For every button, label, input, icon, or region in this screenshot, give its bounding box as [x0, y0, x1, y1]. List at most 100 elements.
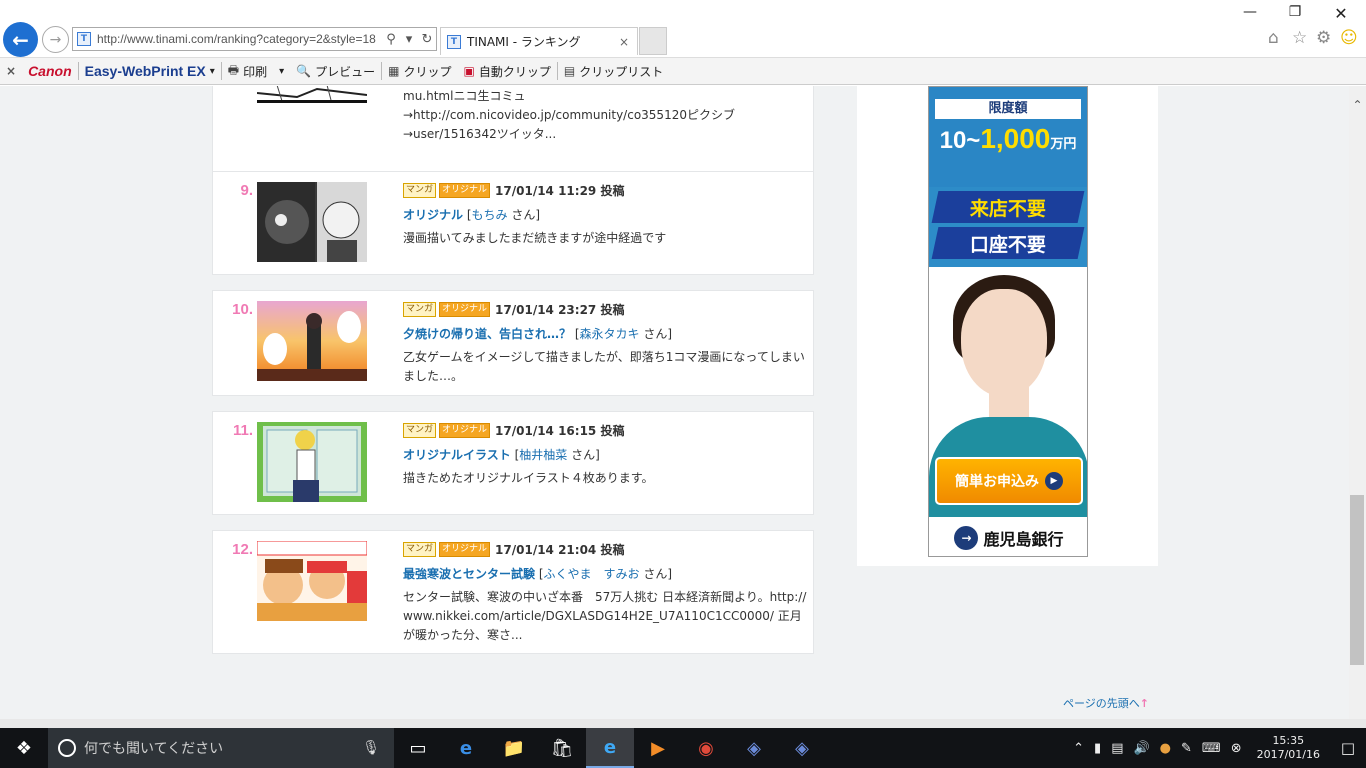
thumbnail-image[interactable] [257, 541, 367, 621]
thumbnail-image[interactable] [257, 422, 367, 502]
media-player-icon[interactable]: ▶ [634, 728, 682, 768]
toolbar-close-button[interactable]: × [0, 58, 22, 84]
ad-amount-prefix: 10~ [939, 127, 981, 154]
bank-logo-icon: → [954, 525, 979, 550]
url-text[interactable]: http://www.tinami.com/ranking?category=2… [97, 32, 382, 46]
category-badge: マンガ [403, 302, 437, 317]
ranking-card: 10. マンガ オリジナル 17/01/14 23:27 投稿 夕焼けの帰り道、… [212, 290, 814, 396]
app-icon-2[interactable]: ◈ [778, 728, 826, 768]
work-title-link[interactable]: 最強寒波とセンター試験 [403, 567, 535, 581]
chrome-icon[interactable]: ◉ [682, 728, 730, 768]
scrollbar-thumb[interactable] [1350, 495, 1364, 665]
title-line: オリジナルイラスト [柚井柚菜 さん] [403, 446, 600, 463]
work-description: 漫画描いてみましたまだ続きますが途中経過です [403, 231, 667, 245]
volume-icon[interactable]: 🔊 [1128, 741, 1154, 756]
chevron-down-icon[interactable]: ▾ [279, 66, 284, 77]
title-line: 夕焼けの帰り道、告白され…？ [森永タカキ さん] [403, 325, 672, 342]
file-explorer-icon[interactable]: 📁 [490, 728, 538, 768]
task-view-icon[interactable]: ▭ [394, 728, 442, 768]
close-button[interactable]: ✕ [1326, 4, 1356, 24]
keyboard-icon[interactable]: ⌨ [1197, 741, 1226, 756]
work-title-link[interactable]: オリジナル [403, 208, 463, 222]
start-button[interactable]: ❖ [0, 728, 48, 768]
browser-chrome: ← → T http://www.tinami.com/ranking?cate… [0, 0, 1366, 57]
forward-button[interactable]: → [42, 26, 69, 53]
ranking-card: 11. マンガ オリジナル 17/01/14 16:15 投稿 オリジナルイラス… [212, 411, 814, 515]
tab-favicon-icon: T [447, 34, 461, 49]
new-tab-button[interactable] [639, 27, 667, 55]
cortana-search-box[interactable]: 何でも聞いてください 🎙 [48, 728, 394, 768]
rank-number: 10. [232, 301, 253, 318]
maximize-button[interactable]: ❐ [1280, 4, 1310, 24]
ad-apply-button[interactable]: 簡単お申込み ▶ [935, 457, 1083, 505]
page-top-label: ページの先頭へ [1063, 697, 1140, 710]
scroll-up-icon[interactable]: ⌃ [1349, 98, 1366, 112]
preview-button[interactable]: 🔍 プレビュー [290, 58, 381, 84]
feedback-smile-icon[interactable]: ☺ [1340, 28, 1358, 48]
thumbnail-image[interactable] [257, 301, 367, 381]
browser-tab[interactable]: T TINAMI - ランキング × [440, 27, 638, 55]
bank-ad-banner[interactable]: 限度額 10~1,000万円 来店不要 口座不要 簡単お申込み ▶ → 鹿児島銀… [928, 86, 1088, 557]
vertical-scrollbar[interactable]: ⌃ [1349, 86, 1366, 719]
ime-off-icon[interactable]: ⊗ [1226, 741, 1247, 756]
microphone-icon[interactable]: 🎙 [362, 740, 380, 756]
notification-icon[interactable]: □ [1330, 739, 1366, 757]
search-icon[interactable]: ⚲ [382, 32, 400, 47]
work-title-link[interactable]: 夕焼けの帰り道、告白され…？ [403, 327, 571, 341]
ad-feature: 口座不要 [931, 227, 1085, 259]
color-icon[interactable]: ● [1155, 741, 1176, 756]
pen-icon[interactable]: ✎ [1176, 741, 1197, 756]
work-description: 乙女ゲームをイメージして描きましたが、即落ち1コマ漫画になってしまいました…。 [403, 350, 805, 383]
print-label: 印刷 [243, 64, 268, 79]
arrow-up-icon: ↑ [1139, 697, 1149, 710]
author-link[interactable]: ふくやま すみお [544, 567, 640, 581]
refresh-icon[interactable]: ↻ [418, 32, 436, 47]
work-meta: マンガ オリジナル 17/01/14 23:27 投稿 [403, 301, 624, 318]
network-icon[interactable]: ▤ [1106, 741, 1128, 756]
auto-clip-button[interactable]: ▣ 自動クリップ [457, 58, 556, 84]
internet-explorer-icon[interactable]: e [586, 728, 634, 768]
play-arrow-icon: ▶ [1045, 472, 1063, 490]
clip-button[interactable]: ▦ クリップ [382, 58, 457, 84]
dropdown-icon[interactable]: ▾ [400, 32, 418, 47]
ad-bank-logo: → 鹿児島銀行 [929, 517, 1087, 556]
author-link[interactable]: 森永タカキ [580, 327, 640, 341]
edge-icon[interactable]: e [442, 728, 490, 768]
clock-date: 2017/01/16 [1256, 748, 1320, 761]
page-top-link[interactable]: ページの先頭へ↑ [1063, 695, 1149, 711]
gear-icon[interactable]: ⚙ [1316, 28, 1331, 48]
address-bar[interactable]: T http://www.tinami.com/ranking?category… [72, 27, 437, 51]
print-button[interactable]: 🖶 印刷 ▾ [222, 58, 290, 84]
page-content: mu.htmlニコ生コミュ →http://com.nicovideo.jp/c… [0, 86, 1349, 719]
author-suffix: さん] [643, 567, 673, 581]
thumbnail-image[interactable] [257, 86, 367, 103]
horizontal-scrollbar[interactable] [0, 719, 1366, 728]
thumbnail-image[interactable] [257, 182, 367, 262]
thumbnail-art [257, 182, 367, 262]
minimize-button[interactable]: — [1235, 4, 1265, 24]
original-badge: オリジナル [439, 542, 491, 557]
clip-list-icon: ▤ [563, 64, 576, 78]
site-favicon-icon: T [77, 32, 91, 46]
store-icon[interactable]: 🛍 [538, 728, 586, 768]
ranking-card: 9. マンガ オリジナル 17/01/14 11:29 投稿 オリジナル [もち… [212, 171, 814, 275]
author-link[interactable]: 柚井柚菜 [519, 448, 567, 462]
ad-apply-label: 簡単お申込み [955, 474, 1039, 490]
post-date: 17/01/14 16:15 投稿 [495, 424, 625, 438]
chevron-up-icon[interactable]: ⌃ [1068, 741, 1089, 756]
author-suffix: さん] [643, 327, 673, 341]
back-button[interactable]: ← [3, 22, 38, 57]
clock[interactable]: 15:35 2017/01/16 [1247, 734, 1330, 762]
battery-icon[interactable]: ▮ [1089, 741, 1106, 756]
author-suffix: さん] [511, 208, 541, 222]
clip-list-button[interactable]: ▤ クリップリスト [558, 58, 669, 84]
favorites-star-icon[interactable]: ☆ [1292, 28, 1307, 48]
printer-icon: 🖶 [227, 62, 240, 77]
app-icon[interactable]: ◈ [730, 728, 778, 768]
home-icon[interactable]: ⌂ [1268, 28, 1279, 48]
tab-close-icon[interactable]: × [619, 35, 637, 49]
thumbnail-art [257, 422, 367, 502]
ewp-menu[interactable]: Easy-WebPrint EX ▾ [79, 58, 221, 84]
work-title-link[interactable]: オリジナルイラスト [403, 448, 511, 462]
author-link[interactable]: もちみ [472, 208, 508, 222]
